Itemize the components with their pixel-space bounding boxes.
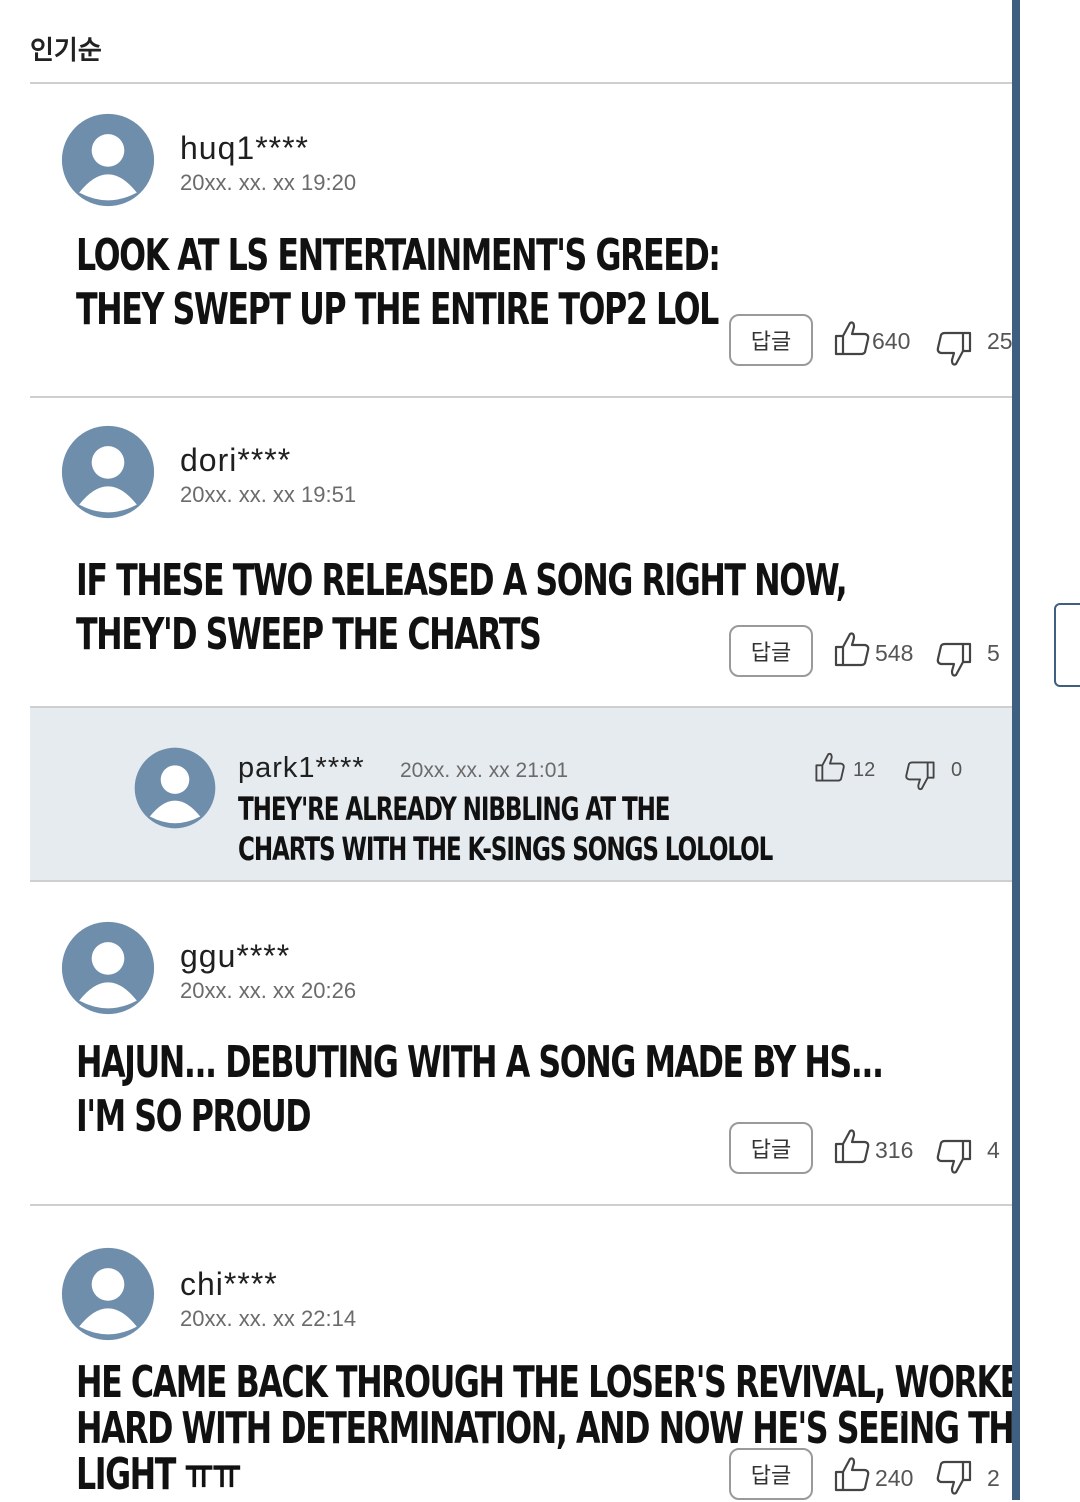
comment-date: 20xx. xx. xx 20:26 — [180, 978, 357, 1003]
comment-page: 인기순 huq1**** 20xx. xx. xx 19:20 LOOK AT … — [0, 0, 1046, 1500]
thumbs-down-icon[interactable] — [934, 640, 974, 680]
like-count: 640 — [872, 328, 911, 354]
dislike-count: 5 — [987, 640, 1000, 666]
thumbs-up-icon[interactable] — [832, 318, 872, 358]
divider — [30, 1204, 1012, 1206]
comment-line: IF THESE TWO RELEASED A SONG RIGHT NOW, — [76, 555, 848, 606]
sort-popular-tab[interactable]: 인기순 — [30, 30, 102, 67]
comment-date: 20xx. xx. xx 22:14 — [180, 1306, 357, 1331]
reply-button[interactable]: 답글 — [729, 1122, 813, 1174]
reply-date: 20xx. xx. xx 21:01 — [400, 759, 569, 782]
dislike-count: 25 — [987, 328, 1013, 354]
side-panel — [1012, 0, 1080, 1500]
comment-line: THEY SWEPT UP THE ENTIRE TOP2 LOL — [76, 284, 719, 335]
reply-button[interactable]: 답글 — [729, 1448, 813, 1500]
avatar-icon[interactable] — [60, 1246, 156, 1342]
like-count: 316 — [875, 1137, 914, 1163]
comment-username[interactable]: ggu**** — [180, 938, 290, 975]
thumbs-down-icon[interactable] — [934, 1458, 974, 1498]
dislike-count: 4 — [987, 1137, 1000, 1163]
thumbs-down-icon[interactable] — [934, 1137, 974, 1177]
dislike-count: 0 — [951, 759, 963, 781]
thumbs-up-icon[interactable] — [832, 1126, 872, 1166]
like-count: 12 — [853, 759, 876, 781]
reply-line: CHARTS WITH THE K-SINGS SONGS LOLOLOL — [238, 830, 773, 868]
side-tab-handle[interactable] — [1054, 603, 1080, 687]
thumbs-up-icon[interactable] — [832, 629, 872, 669]
reply-username[interactable]: park1**** — [238, 752, 365, 785]
reply-button[interactable]: 답글 — [729, 314, 813, 366]
thumbs-up-icon[interactable] — [813, 750, 847, 784]
thumbs-down-icon[interactable] — [934, 329, 974, 369]
avatar-icon[interactable] — [60, 424, 156, 520]
comment-date: 20xx. xx. xx 19:51 — [180, 482, 357, 507]
thumbs-up-icon[interactable] — [832, 1454, 872, 1494]
comment-line: HAJUN... DEBUTING WITH A SONG MADE BY HS… — [76, 1037, 884, 1088]
comment-line: I'M SO PROUD — [76, 1091, 312, 1142]
reply-button[interactable]: 답글 — [729, 625, 813, 677]
divider — [30, 396, 1012, 398]
avatar-icon[interactable] — [133, 746, 217, 830]
comment-line: LOOK AT LS ENTERTAINMENT'S GREED: — [76, 230, 721, 281]
panel-border — [1012, 0, 1020, 1500]
divider — [30, 880, 1012, 882]
like-count: 548 — [875, 640, 914, 666]
dislike-count: 2 — [987, 1465, 1000, 1491]
comment-username[interactable]: chi**** — [180, 1266, 278, 1303]
comment-date: 20xx. xx. xx 19:20 — [180, 170, 357, 195]
divider — [30, 82, 1012, 84]
comment-line: LIGHT ㅠㅠ — [76, 1449, 241, 1500]
avatar-icon[interactable] — [60, 920, 156, 1016]
like-count: 240 — [875, 1465, 914, 1491]
comment-line: THEY'D SWEEP THE CHARTS — [76, 609, 542, 660]
comment-username[interactable]: dori**** — [180, 442, 291, 479]
thumbs-down-icon[interactable] — [903, 759, 937, 793]
reply-line: THEY'RE ALREADY NIBBLING AT THE — [238, 790, 671, 828]
comment-username[interactable]: huq1**** — [180, 130, 309, 167]
artifact-dot — [900, 1413, 903, 1416]
avatar-icon[interactable] — [60, 112, 156, 208]
